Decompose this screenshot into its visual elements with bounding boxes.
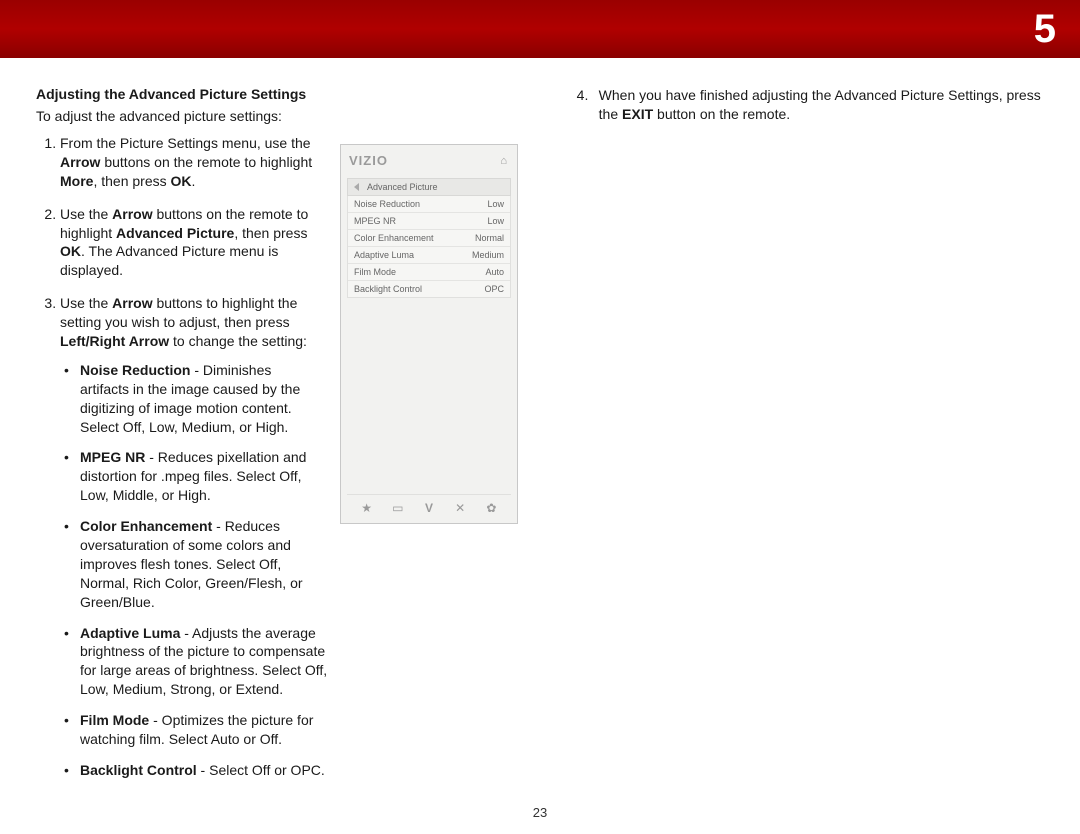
bullet-film-mode: Film Mode - Optimizes the picture for wa… [80,711,330,749]
wide-icon: ▭ [391,501,405,515]
text: buttons on the remote to highlight [100,154,312,170]
row-label: MPEG NR [354,216,396,226]
row-label: Noise Reduction [354,199,420,209]
breadcrumb-label: Advanced Picture [367,182,438,192]
text: to change the setting: [169,333,307,349]
text: OK [171,173,192,189]
v-icon: V [422,501,436,515]
vizio-menu-body: Noise Reduction Low MPEG NR Low Color Enha… [347,196,511,298]
intro-text: To adjust the advanced picture settings: [36,108,535,124]
row-label: Film Mode [354,267,396,277]
text: - Select Off or OPC. [197,762,325,778]
row-value: OPC [484,284,504,294]
menu-row: Color Enhancement Normal [348,230,510,247]
text: Use the [60,295,112,311]
text: Noise Reduction [80,362,190,378]
bullet-backlight-control: Backlight Control - Select Off or OPC. [80,761,330,780]
row-value: Low [487,216,504,226]
step-4: When you have finished adjusting the Adv… [599,86,1044,124]
chapter-number: 5 [1034,7,1056,52]
step-2: Use the Arrow buttons on the remote to h… [60,205,330,281]
vizio-osd-panel: VIZIO ⌂ Advanced Picture Noise Reduction… [340,144,518,524]
steps-list-right: When you have finished adjusting the Adv… [575,86,1044,124]
text: From the Picture Settings menu, use the [60,135,311,151]
row-value: Medium [472,250,504,260]
section-title: Adjusting the Advanced Picture Settings [36,86,535,102]
text: Arrow [112,295,152,311]
bullet-mpeg-nr: MPEG NR - Reduces pixellation and distor… [80,448,330,505]
row-value: Low [487,199,504,209]
text: MPEG NR [80,449,145,465]
text: Advanced Picture [116,225,234,241]
vizio-logo: VIZIO [349,153,388,168]
page-content: Adjusting the Advanced Picture Settings … [0,58,1080,794]
vizio-spacer [347,298,511,488]
right-column: When you have finished adjusting the Adv… [575,86,1044,794]
text: button on the remote. [653,106,790,122]
vizio-header: VIZIO ⌂ [347,151,511,178]
text: . [192,173,196,189]
bullet-color-enhancement: Color Enhancement - Reduces oversaturati… [80,517,330,611]
step-3: Use the Arrow buttons to highlight the s… [60,294,330,780]
header-bar: 5 [0,0,1080,58]
text: More [60,173,93,189]
menu-row: MPEG NR Low [348,213,510,230]
text: Arrow [112,206,152,222]
text: Left/Right Arrow [60,333,169,349]
home-icon: ⌂ [500,155,507,167]
gear-icon: ✿ [484,501,498,515]
vizio-breadcrumb: Advanced Picture [347,178,511,196]
row-label: Color Enhancement [354,233,434,243]
row-value: Auto [485,267,504,277]
row-label: Backlight Control [354,284,422,294]
settings-bullets: Noise Reduction - Diminishes artifacts i… [60,361,330,780]
step-1: From the Picture Settings menu, use the … [60,134,330,191]
menu-row: Adaptive Luma Medium [348,247,510,264]
row-label: Adaptive Luma [354,250,414,260]
text: Use the [60,206,112,222]
row-value: Normal [475,233,504,243]
text: EXIT [622,106,653,122]
text: . The Advanced Picture menu is displayed… [60,243,278,278]
menu-row: Film Mode Auto [348,264,510,281]
vizio-footer-icons: ★ ▭ V ✕ ✿ [347,494,511,517]
back-icon [354,183,359,191]
close-icon: ✕ [453,501,467,515]
text: Color Enhancement [80,518,212,534]
text: OK [60,243,81,259]
text: Film Mode [80,712,149,728]
menu-row: Backlight Control OPC [348,281,510,297]
bullet-adaptive-luma: Adaptive Luma - Adjusts the average brig… [80,624,330,700]
menu-row: Noise Reduction Low [348,196,510,213]
bullet-noise-reduction: Noise Reduction - Diminishes artifacts i… [80,361,320,437]
text: , then press [234,225,307,241]
text: Arrow [60,154,100,170]
text: Adaptive Luma [80,625,180,641]
star-icon: ★ [360,501,374,515]
text: , then press [93,173,170,189]
text: Backlight Control [80,762,197,778]
page-number: 23 [0,805,1080,820]
